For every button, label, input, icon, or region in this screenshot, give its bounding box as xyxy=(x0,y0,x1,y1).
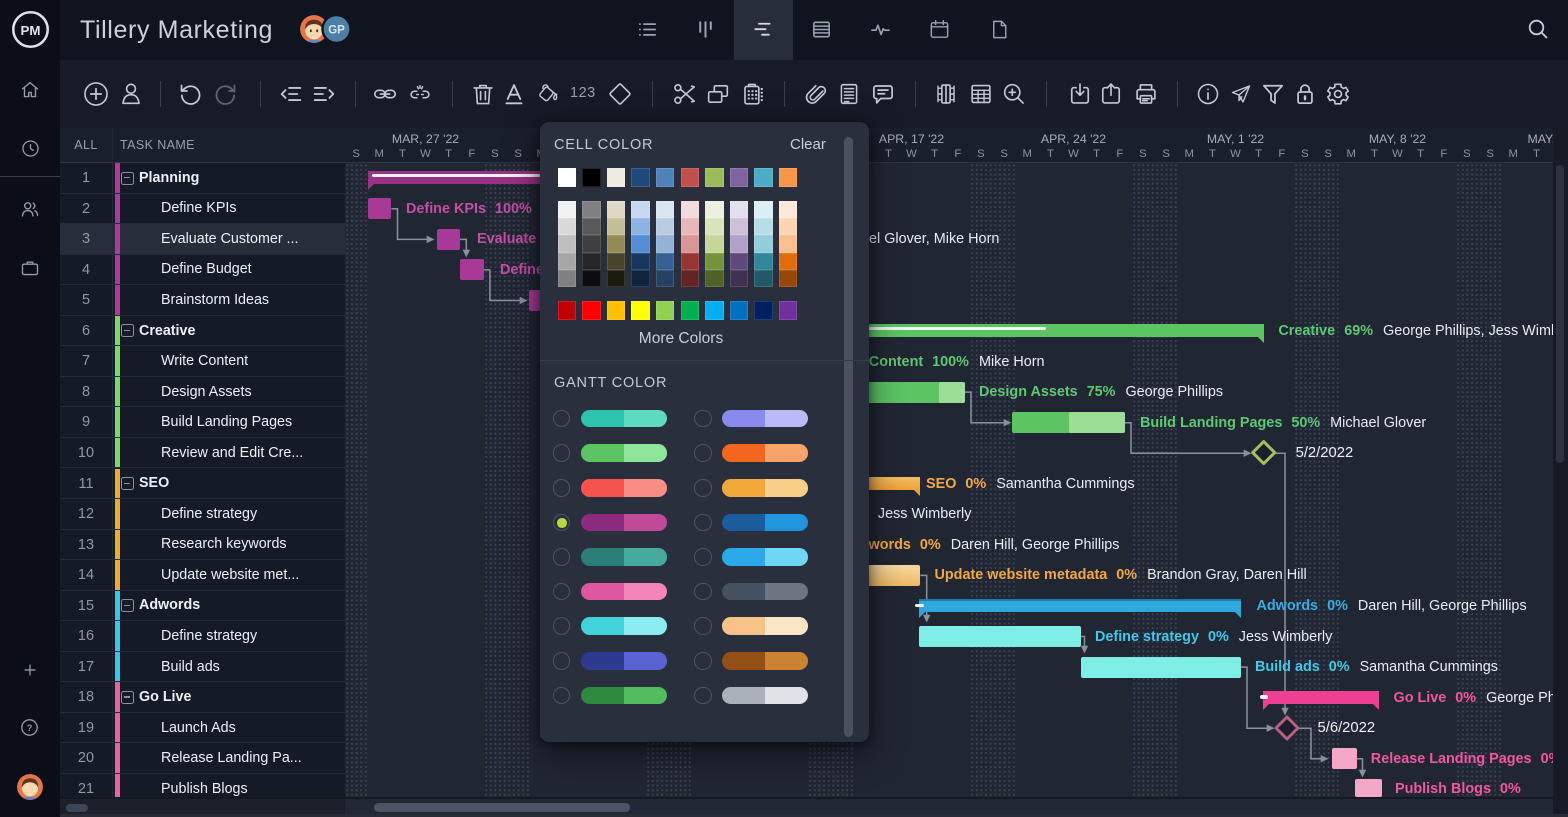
svg-text:?: ? xyxy=(27,723,33,733)
svg-text:PM: PM xyxy=(20,23,40,38)
svg-text:GP: GP xyxy=(328,24,345,36)
